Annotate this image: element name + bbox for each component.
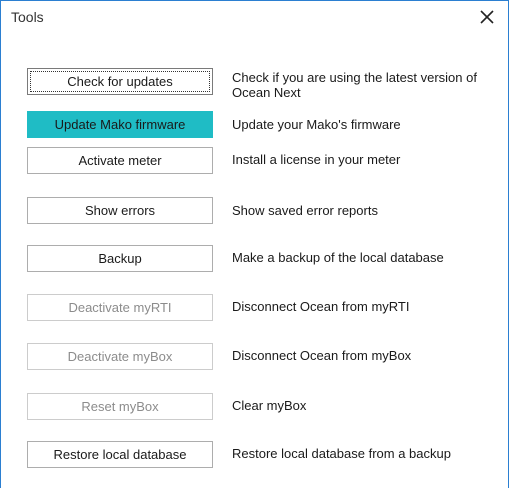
- update-mako-firmware-description: Update your Mako's firmware: [232, 117, 401, 132]
- check-for-updates-description: Check if you are using the latest versio…: [232, 70, 477, 100]
- deactivate-mybox-button[interactable]: Deactivate myBox: [27, 343, 213, 370]
- tools-dialog: Tools Check for updates Check if you are…: [0, 0, 509, 488]
- activate-meter-button[interactable]: Activate meter: [27, 147, 213, 174]
- backup-description: Make a backup of the local database: [232, 250, 444, 265]
- update-mako-firmware-button[interactable]: Update Mako firmware: [27, 111, 213, 138]
- deactivate-mybox-description: Disconnect Ocean from myBox: [232, 348, 412, 363]
- title-bar: Tools: [1, 1, 508, 33]
- show-errors-description: Show saved error reports: [232, 203, 378, 218]
- show-errors-button[interactable]: Show errors: [27, 197, 213, 224]
- reset-mybox-button[interactable]: Reset myBox: [27, 393, 213, 420]
- restore-local-database-button[interactable]: Restore local database: [27, 441, 213, 468]
- restore-local-database-description: Restore local database from a backup: [232, 446, 451, 461]
- activate-meter-description: Install a license in your meter: [232, 152, 401, 167]
- close-button[interactable]: [472, 3, 502, 31]
- backup-button[interactable]: Backup: [27, 245, 213, 272]
- dialog-title: Tools: [11, 9, 44, 25]
- deactivate-myrti-button[interactable]: Deactivate myRTI: [27, 294, 213, 321]
- check-for-updates-button[interactable]: Check for updates: [27, 68, 213, 95]
- reset-mybox-description: Clear myBox: [232, 398, 307, 413]
- deactivate-myrti-description: Disconnect Ocean from myRTI: [232, 299, 410, 314]
- close-icon: [480, 10, 494, 24]
